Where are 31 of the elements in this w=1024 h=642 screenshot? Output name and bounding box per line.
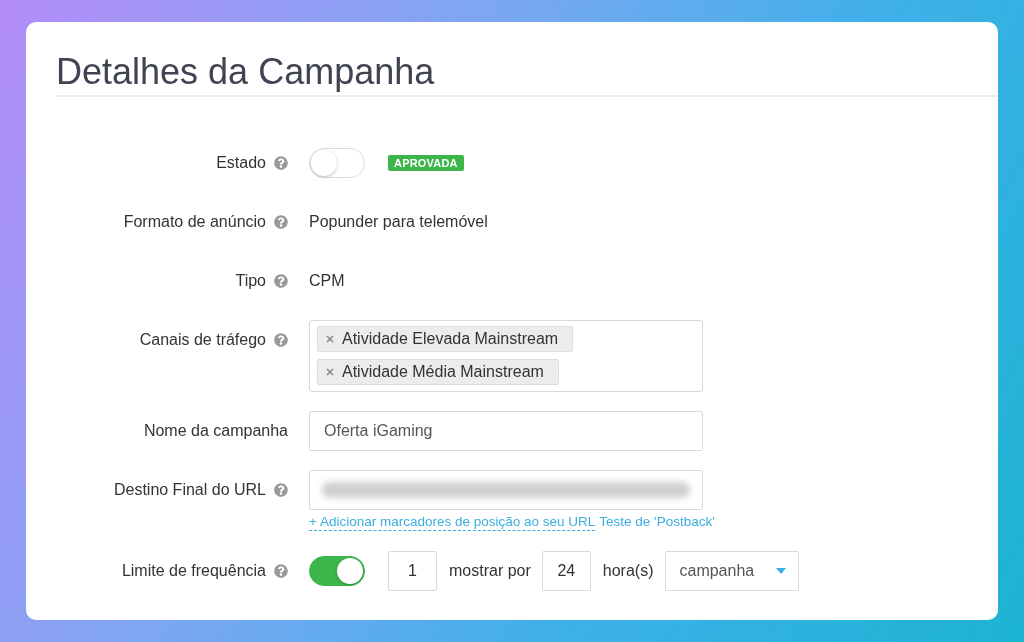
help-icon[interactable] [274, 333, 288, 347]
field-label: Tipo [235, 272, 266, 290]
field-label: Limite de frequência [121, 562, 266, 580]
field-label: Formato de anúncio [123, 213, 266, 231]
field-label: Nome da campanha [143, 422, 288, 440]
field-label: Estado [216, 154, 266, 172]
scope-select[interactable]: campanha [665, 551, 800, 591]
help-icon[interactable] [274, 156, 288, 170]
field-label: Canais de tráfego [139, 331, 266, 349]
tags-field[interactable]: Atividade Elevada Mainstream Atividade Média Mainstream [309, 320, 703, 392]
campaign-name-field[interactable]: Oferta iGaming [309, 411, 703, 451]
page-title: Detalhes da Campanha [56, 50, 435, 94]
hours-field[interactable]: 24 [541, 551, 591, 591]
url-field[interactable] [309, 470, 703, 510]
field-text: hora(s) [602, 562, 654, 580]
remove-icon[interactable] [326, 335, 334, 343]
tag-text: Atividade Elevada Mainstream [342, 330, 559, 348]
help-icon[interactable] [274, 483, 288, 497]
help-icon[interactable] [274, 564, 288, 578]
field-label: Destino Final do URL [113, 481, 266, 499]
remove-icon[interactable] [326, 368, 334, 376]
field-value: CPM [309, 272, 345, 290]
field-text: mostrar por [449, 562, 531, 580]
count-field[interactable]: 1 [388, 551, 437, 591]
help-icon[interactable] [274, 274, 288, 288]
caret-icon [776, 568, 787, 574]
help-icon[interactable] [274, 215, 288, 229]
status-badge: APROVADA [388, 155, 464, 171]
toggle-switch[interactable] [309, 556, 365, 586]
field-value: Popunder para telemóvel [309, 213, 488, 231]
tag-text: Atividade Média Mainstream [342, 363, 544, 381]
